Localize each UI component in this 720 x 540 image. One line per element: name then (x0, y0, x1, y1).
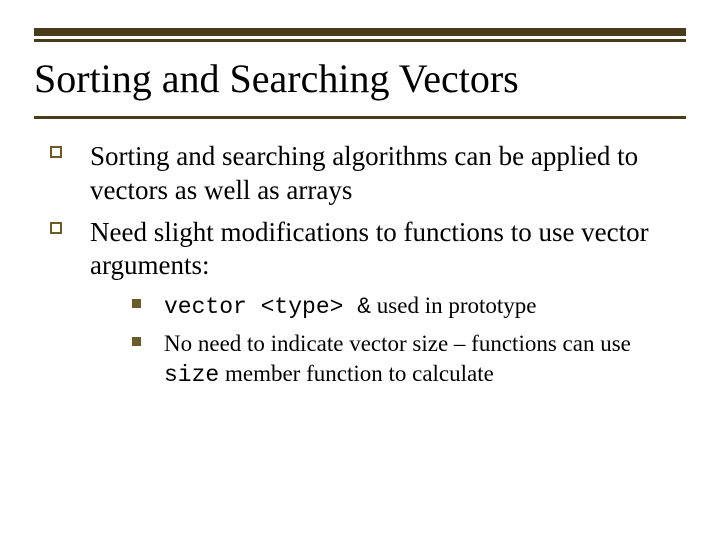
square-open-icon (50, 146, 62, 158)
bullet-text: Need slight modifications to functions t… (90, 217, 649, 281)
header-rule-thin (34, 39, 686, 42)
sub-bullet-list: vector <type> & used in prototype No nee… (90, 291, 670, 391)
sub-bullet-item: vector <type> & used in prototype (132, 291, 670, 323)
code-text: size (164, 362, 219, 388)
bullet-item: Sorting and searching algorithms can be … (50, 140, 670, 208)
square-solid-icon (132, 299, 141, 308)
sub-bullet-item: No need to indicate vector size – functi… (132, 329, 670, 391)
title-underline (34, 116, 686, 119)
slide-title: Sorting and Searching Vectors (34, 56, 686, 102)
slide: Sorting and Searching Vectors Sorting an… (0, 0, 720, 540)
sub-bullet-text: used in prototype (371, 293, 536, 318)
header-rule (34, 28, 686, 42)
header-rule-thick (34, 28, 686, 36)
code-text: vector <type> & (164, 294, 371, 320)
bullet-text: Sorting and searching algorithms can be … (90, 141, 638, 205)
sub-bullet-text: No need to indicate vector size – functi… (164, 331, 631, 356)
slide-body: Sorting and searching algorithms can be … (50, 140, 670, 399)
square-open-icon (50, 222, 62, 234)
bullet-list: Sorting and searching algorithms can be … (50, 140, 670, 391)
sub-bullet-text: member function to calculate (219, 361, 494, 386)
bullet-item: Need slight modifications to functions t… (50, 216, 670, 391)
square-solid-icon (132, 337, 141, 346)
